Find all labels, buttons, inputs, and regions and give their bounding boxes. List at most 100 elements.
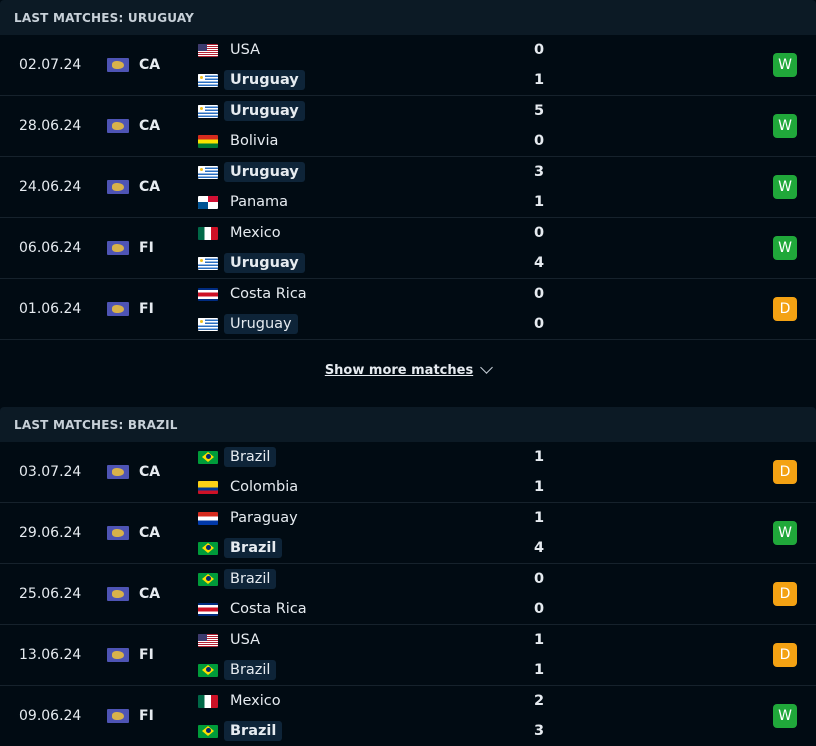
match-date: 28.06.24 [19,118,82,134]
match-row[interactable]: 02.07.24 CA USA Uruguay 0 1 W [0,35,816,96]
competition-code: CA [139,525,161,541]
brazil-flag-icon [198,572,218,586]
team-name: Brazil [224,447,277,467]
competition-code: CA [139,118,161,134]
section-uruguay: LAST MATCHES: URUGUAY 02.07.24 CA USA Ur… [0,0,816,400]
team-name: USA [230,632,261,648]
away-team: Uruguay [198,251,305,275]
team-name: USA [230,42,261,58]
colombia-flag-icon [198,480,218,494]
competition-code: CA [139,586,161,602]
home-score: 0 [533,286,545,302]
result-badge: W [773,236,797,260]
home-team: Uruguay [198,160,305,184]
competition-code: FI [139,301,154,317]
world-competition-icon [107,119,129,133]
match-row[interactable]: 03.07.24 CA Brazil Colombia 1 1 D [0,442,816,503]
panama-flag-icon [198,195,218,209]
paraguay-flag-icon [198,511,218,525]
team-name: Uruguay [224,70,305,90]
show-more-matches-link[interactable]: Show more matches [325,363,491,378]
uruguay-flag-icon [198,256,218,270]
away-score: 4 [533,540,545,556]
mexico-flag-icon [198,694,218,708]
away-score: 0 [533,316,545,332]
team-name: Costa Rica [230,286,307,302]
match-row[interactable]: 29.06.24 CA Paraguay Brazil 1 4 W [0,503,816,564]
world-competition-icon [107,709,129,723]
match-date: 25.06.24 [19,586,82,602]
section-brazil: LAST MATCHES: BRAZIL 03.07.24 CA Brazil … [0,407,816,746]
section-title: LAST MATCHES: URUGUAY [0,0,816,35]
away-score: 4 [533,255,545,271]
home-score: 1 [533,510,545,526]
team-name: Uruguay [224,101,305,121]
match-date: 03.07.24 [19,464,82,480]
home-team: Mexico [198,221,287,245]
team-name: Brazil [224,721,283,741]
home-score: 1 [533,632,545,648]
costa-rica-flag-icon [198,287,218,301]
away-score: 1 [533,662,545,678]
match-date: 06.06.24 [19,240,82,256]
mexico-flag-icon [198,226,218,240]
away-team: Panama [198,190,294,214]
home-score: 3 [533,164,545,180]
bolivia-flag-icon [198,134,218,148]
world-competition-icon [107,302,129,316]
away-team: Costa Rica [198,597,313,621]
team-name: Bolivia [230,133,279,149]
result-badge: D [773,297,797,321]
home-score: 2 [533,693,545,709]
home-score: 0 [533,225,545,241]
match-date: 02.07.24 [19,57,82,73]
result-badge: D [773,643,797,667]
team-name: Costa Rica [230,601,307,617]
match-date: 01.06.24 [19,301,82,317]
match-row[interactable]: 13.06.24 FI USA Brazil 1 1 D [0,625,816,686]
home-team: Brazil [198,567,277,591]
away-team: Colombia [198,475,304,499]
section-title: LAST MATCHES: BRAZIL [0,407,816,442]
world-competition-icon [107,180,129,194]
match-date: 24.06.24 [19,179,82,195]
uruguay-flag-icon [198,104,218,118]
uruguay-flag-icon [198,165,218,179]
competition-code: FI [139,708,154,724]
away-score: 1 [533,194,545,210]
world-competition-icon [107,648,129,662]
result-badge: D [773,582,797,606]
team-name: Brazil [224,660,277,680]
match-row[interactable]: 24.06.24 CA Uruguay Panama 3 1 W [0,157,816,218]
team-name: Panama [230,194,289,210]
match-date: 09.06.24 [19,708,82,724]
away-score: 1 [533,72,545,88]
brazil-flag-icon [198,541,218,555]
usa-flag-icon [198,43,218,57]
match-row[interactable]: 06.06.24 FI Mexico Uruguay 0 4 W [0,218,816,279]
brazil-flag-icon [198,663,218,677]
brazil-flag-icon [198,724,218,738]
result-badge: W [773,704,797,728]
result-badge: W [773,53,797,77]
home-score: 5 [533,103,545,119]
away-team: Uruguay [198,312,298,336]
away-team: Brazil [198,536,283,560]
away-team: Brazil [198,719,283,743]
home-team: USA [198,38,266,62]
team-name: Brazil [224,538,283,558]
home-team: USA [198,628,266,652]
away-score: 1 [533,479,545,495]
match-row[interactable]: 01.06.24 FI Costa Rica Uruguay 0 0 D [0,279,816,340]
match-row[interactable]: 09.06.24 FI Mexico Brazil 2 3 W [0,686,816,746]
result-badge: W [773,114,797,138]
show-more-container: Show more matches [0,340,816,400]
match-date: 29.06.24 [19,525,82,541]
match-row[interactable]: 25.06.24 CA Brazil Costa Rica 0 0 D [0,564,816,625]
match-row[interactable]: 28.06.24 CA Uruguay Bolivia 5 0 W [0,96,816,157]
result-badge: W [773,175,797,199]
home-team: Paraguay [198,506,304,530]
home-team: Brazil [198,445,277,469]
home-score: 0 [533,571,545,587]
team-name: Colombia [230,479,299,495]
